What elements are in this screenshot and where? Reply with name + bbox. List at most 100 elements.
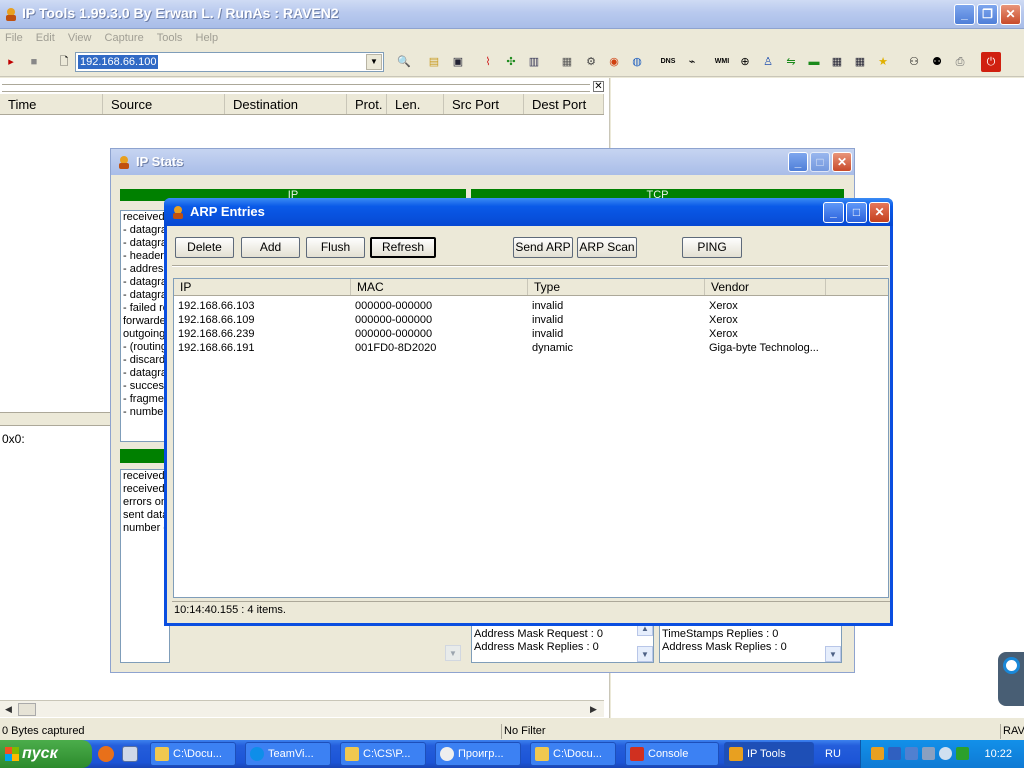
- menu-tools[interactable]: Tools: [152, 29, 188, 47]
- scroll-down-icon[interactable]: ▼: [825, 646, 841, 662]
- arp-titlebar[interactable]: ARP Entries _ □ ✕: [164, 198, 893, 226]
- minimize-button[interactable]: _: [954, 4, 975, 25]
- close-button[interactable]: ✕: [1000, 4, 1021, 25]
- arp-minimize-button[interactable]: _: [823, 202, 844, 223]
- task-explorer-2[interactable]: C:\CS\P...: [340, 742, 426, 766]
- scroll-left-icon[interactable]: ◀: [1, 702, 16, 717]
- grid-icon[interactable]: ▦: [850, 52, 870, 72]
- start-button[interactable]: пуск: [0, 740, 92, 768]
- address-combobox[interactable]: 192.168.66.100 ▼: [75, 52, 384, 72]
- scroll-right-icon[interactable]: ▶: [586, 702, 601, 717]
- table-row[interactable]: 192.168.66.109 000000-000000 invalid Xer…: [174, 313, 888, 327]
- ip-stats-maximize-button[interactable]: □: [810, 152, 830, 172]
- task-teamviewer[interactable]: TeamVi...: [245, 742, 331, 766]
- menu-help[interactable]: Help: [191, 29, 224, 47]
- arp-close-button[interactable]: ✕: [869, 202, 890, 223]
- task-explorer-3[interactable]: C:\Docu...: [530, 742, 616, 766]
- stop-capture-icon[interactable]: ■: [24, 52, 44, 72]
- menu-edit[interactable]: Edit: [31, 29, 60, 47]
- table-icon[interactable]: ▦: [827, 52, 847, 72]
- ping-button[interactable]: PING: [682, 237, 742, 258]
- refresh-button[interactable]: Refresh: [370, 237, 436, 258]
- panel-grip[interactable]: [2, 84, 590, 92]
- ip-tools-tray-icon[interactable]: [871, 747, 884, 760]
- menu-file[interactable]: File: [0, 29, 28, 47]
- col-vendor[interactable]: Vendor: [705, 279, 826, 295]
- task-console[interactable]: Console: [625, 742, 719, 766]
- network-icon[interactable]: ✣: [501, 52, 521, 72]
- network-tray-icon[interactable]: [888, 747, 901, 760]
- main-titlebar[interactable]: IP Tools 1.99.3.0 By Erwan L. / RunAs : …: [0, 0, 1024, 29]
- ip-stats-close-button[interactable]: ✕: [832, 152, 852, 172]
- ip-stats-titlebar[interactable]: IP Stats _ □ ✕: [111, 149, 854, 175]
- ip-stats-minimize-button[interactable]: _: [788, 152, 808, 172]
- scroll-down-icon[interactable]: ▼: [445, 645, 461, 661]
- power-icon[interactable]: ⏻: [981, 52, 1001, 72]
- table-row[interactable]: 192.168.66.103 000000-000000 invalid Xer…: [174, 299, 888, 313]
- add-button[interactable]: Add: [241, 237, 300, 258]
- open-folder-icon[interactable]: ▤: [424, 52, 444, 72]
- delete-button[interactable]: Delete: [175, 237, 234, 258]
- col-protocol[interactable]: Prot.: [347, 94, 387, 114]
- col-source[interactable]: Source: [103, 94, 225, 114]
- user-icon[interactable]: ♙: [758, 52, 778, 72]
- trace-icon[interactable]: ⌁: [682, 52, 702, 72]
- maximize-button[interactable]: ❐: [977, 4, 998, 25]
- ip-stats-icon: [119, 156, 129, 169]
- table-row[interactable]: 192.168.66.191 001FD0-8D2020 dynamic Gig…: [174, 341, 888, 355]
- col-dest-port[interactable]: Dest Port: [524, 94, 604, 114]
- servers-icon[interactable]: ▦: [557, 52, 577, 72]
- chip-icon[interactable]: ▬: [804, 52, 824, 72]
- signal-tray-icon[interactable]: [922, 747, 935, 760]
- flush-button[interactable]: Flush: [306, 237, 365, 258]
- send-arp-button[interactable]: Send ARP: [513, 237, 573, 258]
- task-explorer-1[interactable]: C:\Docu...: [150, 742, 236, 766]
- col-src-port[interactable]: Src Port: [444, 94, 524, 114]
- task-ip-tools[interactable]: IP Tools: [724, 742, 814, 766]
- firefox-icon[interactable]: [98, 746, 114, 762]
- language-indicator[interactable]: RU: [818, 740, 848, 768]
- col-length[interactable]: Len.: [387, 94, 444, 114]
- table-row[interactable]: 192.168.66.239 000000-000000 invalid Xer…: [174, 327, 888, 341]
- menu-capture[interactable]: Capture: [100, 29, 149, 47]
- start-capture-icon[interactable]: ▸: [1, 52, 21, 72]
- scroll-thumb[interactable]: [18, 703, 36, 716]
- graph-icon[interactable]: ⌇: [478, 52, 498, 72]
- dns-icon[interactable]: DNS: [658, 52, 678, 72]
- horizontal-scrollbar[interactable]: ◀ ▶: [0, 700, 604, 717]
- new-document-icon[interactable]: 🗋: [54, 52, 74, 72]
- users-icon[interactable]: ⚇: [904, 52, 924, 72]
- search-icon[interactable]: 🔍: [394, 52, 414, 72]
- chevron-down-icon[interactable]: ▼: [366, 54, 382, 70]
- user-search-icon[interactable]: ⚉: [927, 52, 947, 72]
- teamviewer-tab[interactable]: [998, 652, 1024, 706]
- col-type[interactable]: Type: [528, 279, 705, 295]
- transfer-icon[interactable]: ⇋: [781, 52, 801, 72]
- gears-icon[interactable]: ⚙: [581, 52, 601, 72]
- task-player[interactable]: Проигр...: [435, 742, 521, 766]
- col-time[interactable]: Time: [0, 94, 103, 114]
- menu-view[interactable]: View: [63, 29, 97, 47]
- address-value[interactable]: 192.168.66.100: [78, 55, 159, 69]
- col-destination[interactable]: Destination: [225, 94, 347, 114]
- computers-icon[interactable]: ▥: [524, 52, 544, 72]
- clock-tray-icon[interactable]: [939, 747, 952, 760]
- clock[interactable]: 10:22: [984, 740, 1012, 768]
- crosshair-icon[interactable]: ⊕: [735, 52, 755, 72]
- col-ip[interactable]: IP: [174, 279, 351, 295]
- wmi-icon[interactable]: WMI: [712, 52, 732, 72]
- star-icon[interactable]: ★: [873, 52, 893, 72]
- battery-tray-icon[interactable]: [956, 747, 969, 760]
- printer-icon[interactable]: ⎙: [950, 52, 970, 72]
- splitter[interactable]: [0, 412, 111, 426]
- arp-maximize-button[interactable]: □: [846, 202, 867, 223]
- panel-close-icon[interactable]: ✕: [593, 81, 604, 92]
- scroll-down-icon[interactable]: ▼: [637, 646, 653, 662]
- col-mac[interactable]: MAC: [351, 279, 528, 295]
- globe-icon[interactable]: ◍: [627, 52, 647, 72]
- desktop-icon[interactable]: [122, 746, 138, 762]
- save-icon[interactable]: ▣: [448, 52, 468, 72]
- shares-icon[interactable]: ◉: [604, 52, 624, 72]
- monitor-tray-icon[interactable]: [905, 747, 918, 760]
- arp-scan-button[interactable]: ARP Scan: [577, 237, 637, 258]
